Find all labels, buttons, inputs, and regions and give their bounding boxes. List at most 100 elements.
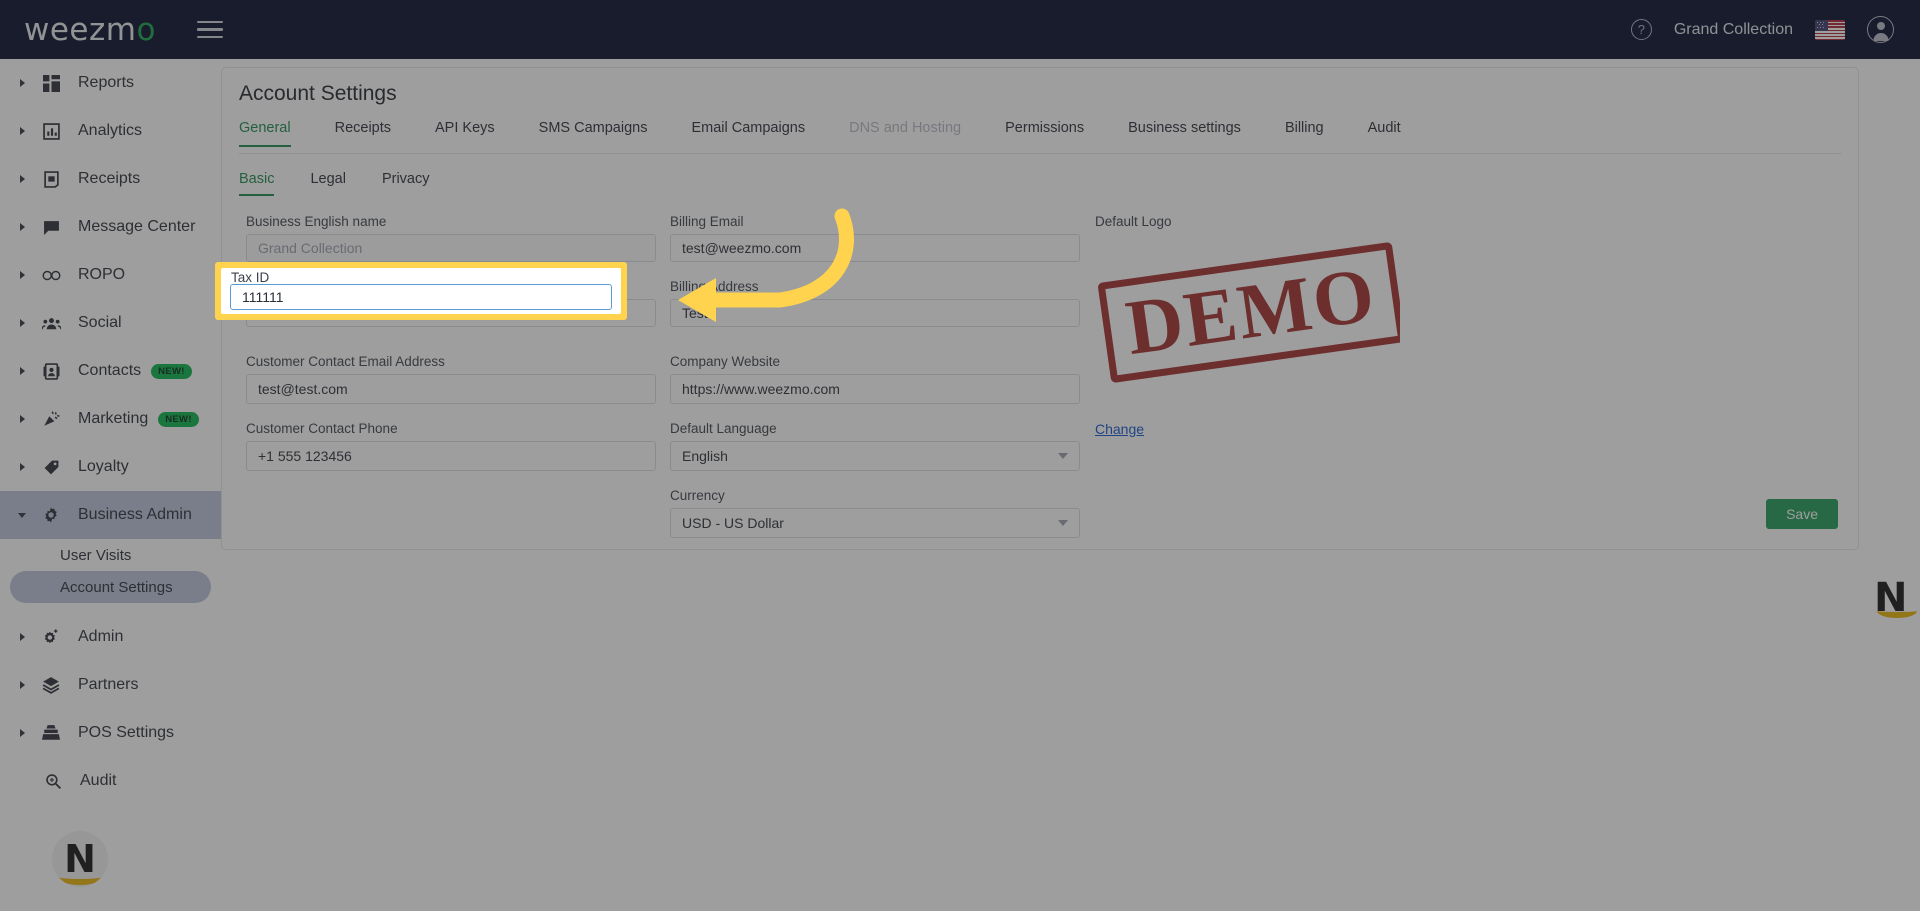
field-label: Billing Address <box>670 279 759 294</box>
sidebar-item-ropo[interactable]: ROPO <box>0 251 221 299</box>
field-business-english-name: Business English name Grand Collection <box>246 214 656 262</box>
account-name-label: Grand Collection <box>1673 20 1793 38</box>
change-logo-link[interactable]: Change <box>1095 421 1144 437</box>
default-language-value: English <box>682 448 728 464</box>
sidebar-item-label: Marketing <box>78 410 149 427</box>
customer-contact-phone-input[interactable]: +1 555 123456 <box>246 441 656 471</box>
chevron-right-icon[interactable] <box>16 127 28 135</box>
chevron-right-icon[interactable] <box>16 79 28 87</box>
logo-text: weezm <box>24 11 137 48</box>
chevron-right-icon[interactable] <box>16 223 28 231</box>
field-company-website: Company Website https://www.weezmo.com <box>670 354 1080 404</box>
chat-bubble-icon <box>38 219 64 236</box>
sidebar-subitem-label: Account Settings <box>60 578 173 596</box>
tab-permissions[interactable]: Permissions <box>1005 120 1084 146</box>
sidebar-item-audit[interactable]: Audit <box>0 757 221 805</box>
sidebar-item-label: POS Settings <box>78 724 175 741</box>
sidebar-item-loyalty[interactable]: Loyalty <box>0 443 221 491</box>
field-label: Customer Contact Email Address <box>246 354 445 369</box>
subtab-legal[interactable]: Legal <box>310 171 345 196</box>
gear-icon <box>38 506 64 524</box>
highlighted-tax-id-input[interactable]: 111111 <box>230 284 612 310</box>
chevron-right-icon[interactable] <box>16 729 28 737</box>
billing-email-input[interactable]: test@weezmo.com <box>670 234 1080 262</box>
user-avatar[interactable] <box>1867 16 1894 43</box>
corner-brand-logo: N <box>1874 575 1920 621</box>
save-button[interactable]: Save <box>1766 499 1838 529</box>
dashboard-icon <box>38 74 64 92</box>
subtab-basic[interactable]: Basic <box>239 171 275 196</box>
hamburger-icon[interactable] <box>197 16 224 44</box>
help-icon[interactable]: ? <box>1630 19 1652 40</box>
customer-contact-email-input[interactable]: test@test.com <box>246 374 656 404</box>
field-label: Company Website <box>670 354 781 369</box>
tab-audit[interactable]: Audit <box>1368 120 1401 146</box>
megaphone-icon <box>38 410 64 428</box>
chevron-down-icon[interactable] <box>16 513 28 518</box>
sidebar-item-user-visits[interactable]: User Visits <box>0 539 221 571</box>
field-label: Default Language <box>670 421 777 436</box>
app-logo[interactable]: weezm o <box>24 12 155 48</box>
infinity-icon <box>38 267 64 284</box>
sidebar-item-label: Admin <box>78 628 124 645</box>
contact-card-icon <box>38 362 64 380</box>
chevron-right-icon[interactable] <box>16 463 28 471</box>
sidebar-item-account-settings[interactable]: Account Settings <box>10 571 211 603</box>
currency-value: USD - US Dollar <box>682 515 784 531</box>
chevron-right-icon[interactable] <box>16 271 28 279</box>
default-language-select[interactable]: English <box>670 441 1080 471</box>
subtab-privacy[interactable]: Privacy <box>382 171 430 196</box>
corner-swoosh-icon <box>1877 604 1917 618</box>
logo-accent-letter: o <box>136 11 156 48</box>
sidebar-item-contacts[interactable]: Contacts NEW! <box>0 347 221 395</box>
form-column-right: Default Logo DEMO Change <box>1095 214 1515 439</box>
sidebar-item-marketing[interactable]: Marketing NEW! <box>0 395 221 443</box>
sidebar-item-social[interactable]: Social <box>0 299 221 347</box>
bar-chart-icon <box>38 122 64 140</box>
company-website-input[interactable]: https://www.weezmo.com <box>670 374 1080 404</box>
form-column-left: Business English name Grand Collection T… <box>246 214 656 488</box>
new-badge: NEW! <box>158 411 199 427</box>
chevron-right-icon[interactable] <box>16 681 28 689</box>
tab-general[interactable]: General <box>239 120 291 147</box>
chevron-down-icon <box>1058 453 1068 459</box>
tab-sms-campaigns[interactable]: SMS Campaigns <box>539 120 648 146</box>
sidebar-item-message-center[interactable]: Message Center <box>0 203 221 251</box>
currency-select[interactable]: USD - US Dollar <box>670 508 1080 538</box>
main-content-area: Account Settings General Receipts API Ke… <box>221 59 1920 911</box>
tab-api-keys[interactable]: API Keys <box>435 120 495 146</box>
chevron-right-icon[interactable] <box>16 367 28 375</box>
default-logo-label: Default Logo <box>1095 214 1172 229</box>
tab-billing[interactable]: Billing <box>1285 120 1324 146</box>
billing-address-input[interactable]: Test <box>670 299 1080 327</box>
tab-business-settings[interactable]: Business settings <box>1128 120 1241 146</box>
tax-id-highlight-box: Tax ID 111111 <box>215 262 627 320</box>
sidebar-item-reports[interactable]: Reports <box>0 59 221 107</box>
sidebar-item-label: Partners <box>78 676 139 693</box>
tab-email-campaigns[interactable]: Email Campaigns <box>691 120 805 146</box>
sidebar-item-label: Business Admin <box>78 506 192 523</box>
chevron-right-icon[interactable] <box>16 415 28 423</box>
default-logo-preview: DEMO <box>1095 234 1400 409</box>
sidebar-item-label: Contacts <box>78 362 142 379</box>
field-label: Billing Email <box>670 214 744 229</box>
sidebar-item-analytics[interactable]: Analytics <box>0 107 221 155</box>
tab-receipts[interactable]: Receipts <box>335 120 391 146</box>
sidebar-item-partners[interactable]: Partners <box>0 661 221 709</box>
sidebar-item-label: Loyalty <box>78 458 129 475</box>
sidebar-item-receipts[interactable]: Receipts <box>0 155 221 203</box>
us-flag-icon[interactable] <box>1815 19 1845 40</box>
business-english-name-input[interactable]: Grand Collection <box>246 234 656 262</box>
chevron-down-icon <box>1058 520 1068 526</box>
topbar-right-cluster: ? Grand Collection <box>1630 16 1894 43</box>
field-label: Customer Contact Phone <box>246 421 398 436</box>
people-icon <box>38 315 64 332</box>
sidebar-item-admin[interactable]: Admin <box>0 613 221 661</box>
chevron-right-icon[interactable] <box>16 633 28 641</box>
chevron-right-icon[interactable] <box>16 175 28 183</box>
page-title: Account Settings <box>239 82 397 105</box>
chevron-right-icon[interactable] <box>16 319 28 327</box>
sidebar-item-pos-settings[interactable]: POS Settings <box>0 709 221 757</box>
sidebar-item-business-admin[interactable]: Business Admin <box>0 491 221 539</box>
sidebar-item-label: Message Center <box>78 218 196 235</box>
